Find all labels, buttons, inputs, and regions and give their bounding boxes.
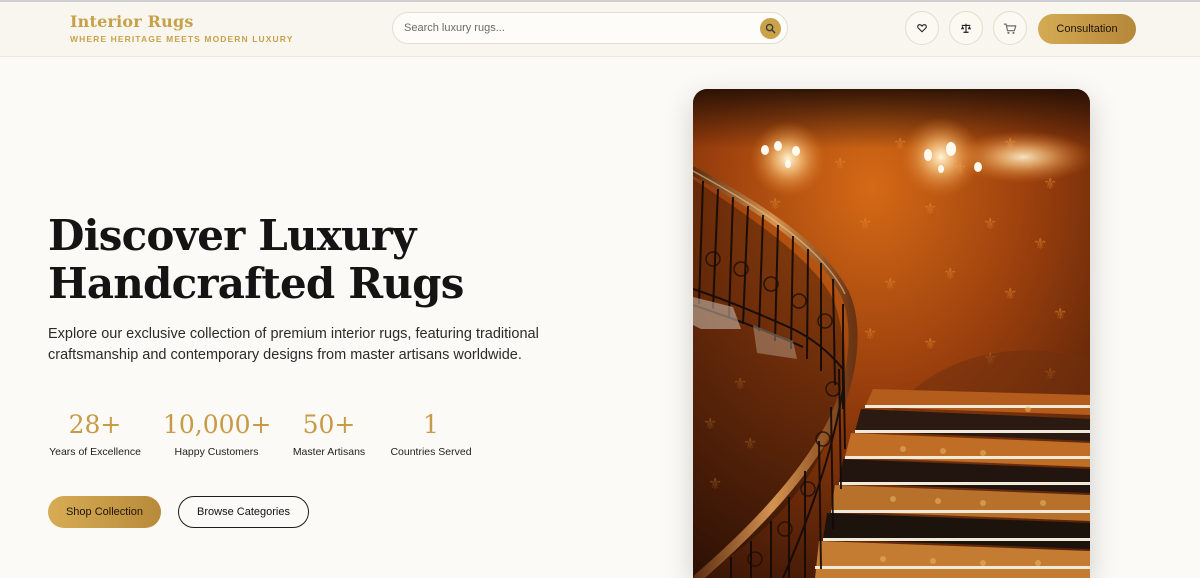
stat-value: 1 <box>423 410 439 439</box>
svg-text:⚜: ⚜ <box>858 214 872 233</box>
stat-value: 10,000+ <box>163 410 272 439</box>
hero-description: Explore our exclusive collection of prem… <box>48 326 539 363</box>
svg-text:⚜: ⚜ <box>923 334 937 353</box>
svg-text:⚜: ⚜ <box>943 264 957 283</box>
browse-categories-button[interactable]: Browse Categories <box>178 496 309 528</box>
brand-tagline: WHERE HERITAGE MEETS MODERN LUXURY <box>70 34 294 44</box>
stat-label: Master Artisans <box>292 446 366 458</box>
stat-label: Years of Excellence <box>49 446 141 458</box>
scale-icon <box>960 23 972 33</box>
stat-artisans: 50+ Master Artisans <box>290 408 368 458</box>
svg-text:⚜: ⚜ <box>1053 304 1067 323</box>
consultation-button[interactable]: Consultation <box>1038 14 1136 44</box>
svg-text:⚜: ⚜ <box>923 199 937 218</box>
hero-headline-line2: Handcrafted Rugs <box>48 259 464 308</box>
compare-button[interactable] <box>949 11 983 45</box>
svg-text:⚜: ⚜ <box>883 274 897 293</box>
shop-collection-button[interactable]: Shop Collection <box>48 496 161 528</box>
svg-text:⚜: ⚜ <box>1003 284 1017 303</box>
svg-text:⚜: ⚜ <box>1033 234 1047 253</box>
stat-years: 28+ Years of Excellence <box>48 408 142 458</box>
heart-icon <box>917 24 927 33</box>
stat-label: Countries Served <box>390 446 472 458</box>
stat-label: Happy Customers <box>174 446 259 458</box>
hero-headline-line1: Discover Luxury <box>48 211 416 260</box>
stat-customers: 10,000+ Happy Customers <box>163 408 272 458</box>
svg-text:⚜: ⚜ <box>983 214 997 233</box>
search-icon <box>765 23 776 34</box>
hero-headline: Discover Luxury Handcrafted Rugs <box>48 212 648 308</box>
hero-staircase-image: ⚜ ⚜ ⚜ ⚜ ⚜ ⚜ ⚜ ⚜ ⚜ ⚜ ⚜ ⚜ ⚜ ⚜ ⚜ ⚜ ⚜ ⚜ ⚜ ⚜ … <box>693 89 1090 578</box>
search-input[interactable] <box>404 18 744 38</box>
site-header: Interior Rugs WHERE HERITAGE MEETS MODER… <box>0 2 1200 57</box>
search-bar <box>392 12 788 44</box>
wishlist-button[interactable] <box>905 11 939 45</box>
search-button[interactable] <box>760 18 781 39</box>
cart-button[interactable] <box>993 11 1027 45</box>
stat-countries: 1 Countries Served <box>388 408 474 458</box>
brand-logo[interactable]: Interior Rugs WHERE HERITAGE MEETS MODER… <box>70 12 293 44</box>
svg-text:⚜: ⚜ <box>833 154 847 173</box>
brand-name: Interior Rugs <box>70 12 194 31</box>
staircase-illustration: ⚜ ⚜ ⚜ ⚜ ⚜ ⚜ ⚜ ⚜ ⚜ ⚜ ⚜ ⚜ ⚜ ⚜ ⚜ ⚜ ⚜ ⚜ ⚜ ⚜ … <box>693 89 1090 578</box>
stat-value: 28+ <box>68 410 122 439</box>
svg-text:⚜: ⚜ <box>768 194 782 213</box>
cart-icon <box>1003 23 1017 34</box>
svg-text:⚜: ⚜ <box>863 324 877 343</box>
stat-value: 50+ <box>302 410 356 439</box>
